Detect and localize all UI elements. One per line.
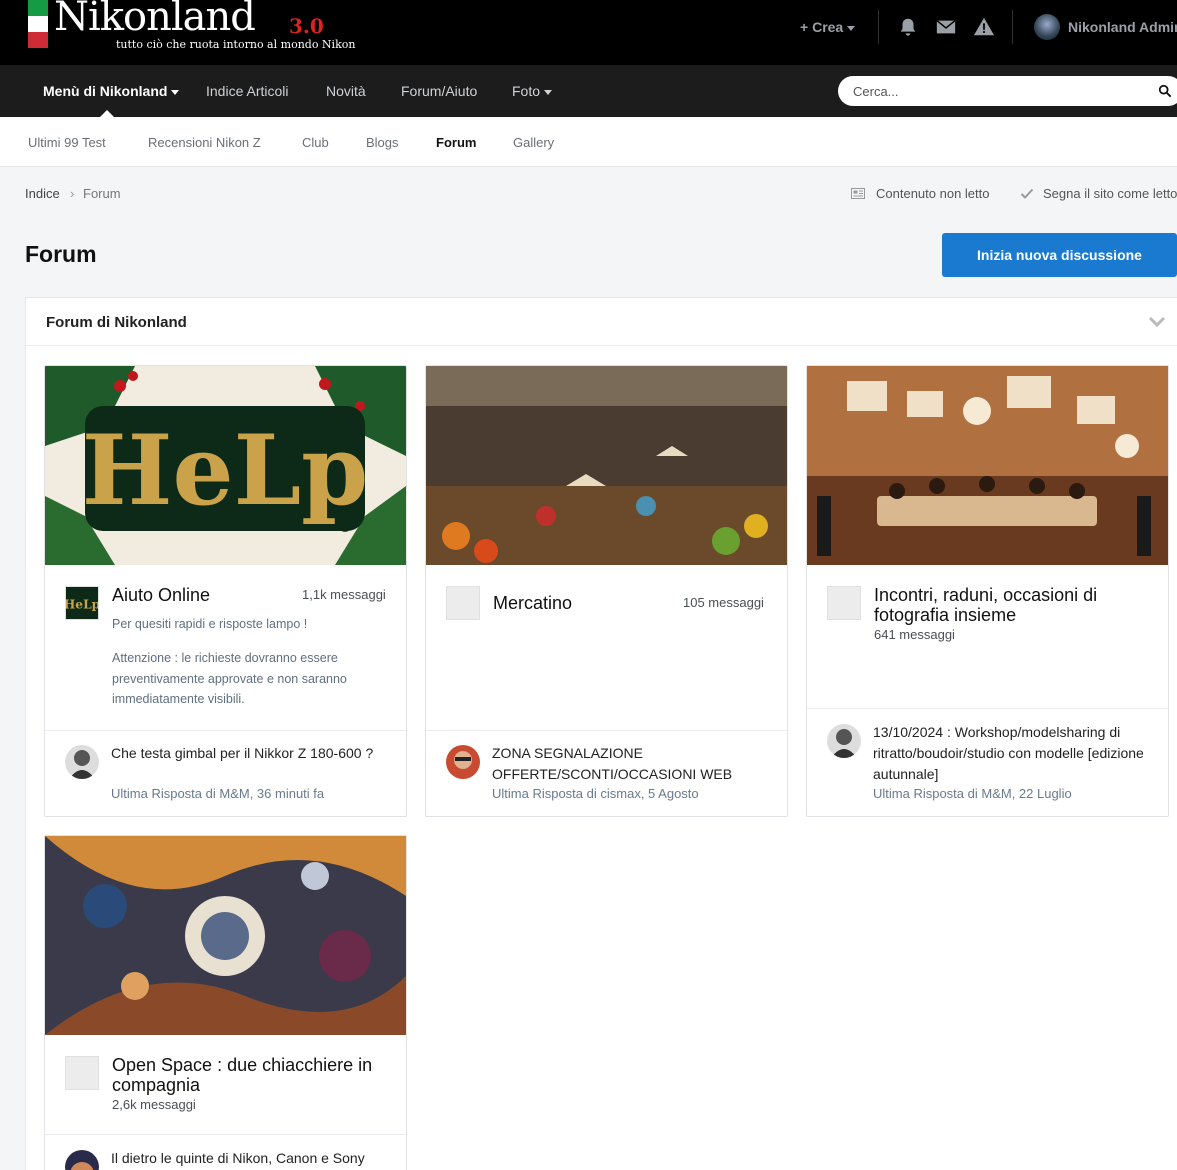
site-header: Nikonland 3.0 tutto ciò che ruota intorn…	[0, 0, 1177, 65]
forum-card-mercatino[interactable]: Mercatino 105 messaggi ZONA SEGNALAZIONE…	[425, 365, 788, 817]
nav-indice-articoli[interactable]: Indice Articoli	[206, 83, 288, 99]
divider	[45, 730, 406, 731]
forum-description-note: Attenzione : le richieste dovranno esser…	[112, 651, 347, 706]
new-topic-button[interactable]: Inizia nuova discussione	[942, 233, 1177, 277]
subnav-ultimi-test[interactable]: Ultimi 99 Test	[28, 135, 106, 150]
forum-icon	[65, 1056, 99, 1090]
breadcrumb-forum: Forum	[83, 186, 121, 201]
sub-nav: Ultimi 99 Test Recensioni Nikon Z Club B…	[0, 117, 1177, 167]
active-nav-pointer	[100, 110, 114, 117]
newspaper-icon	[851, 188, 865, 199]
forum-card-open-space[interactable]: Open Space : due chiacchiere in compagni…	[44, 835, 407, 1170]
plus-icon: +	[800, 19, 809, 35]
svg-text:HeLp: HeLp	[65, 598, 99, 612]
forum-icon	[827, 586, 861, 620]
check-icon	[1020, 188, 1034, 199]
section-header: Forum di Nikonland	[26, 298, 1177, 346]
last-post-meta: Ultima Risposta di M&M, 22 Luglio	[873, 786, 1072, 801]
last-post-title[interactable]: Che testa gimbal per il Nikkor Z 180-600…	[111, 743, 396, 764]
nav-forum-aiuto[interactable]: Forum/Aiuto	[401, 83, 477, 99]
avatar[interactable]	[65, 745, 99, 779]
last-post-title[interactable]: 13/10/2024 : Workshop/modelsharing di ri…	[873, 722, 1153, 785]
search-input[interactable]	[838, 76, 1177, 106]
avatar[interactable]	[827, 724, 861, 758]
last-post-meta: Ultima Risposta di M&M, 36 minuti fa	[111, 786, 325, 801]
subnav-forum[interactable]: Forum	[436, 135, 476, 150]
envelope-icon[interactable]	[935, 16, 957, 38]
mark-site-read-link[interactable]: Segna il sito come letto	[1043, 186, 1177, 201]
italian-flag-icon	[28, 0, 48, 48]
site-logo[interactable]: Nikonland	[54, 0, 256, 40]
divider	[878, 10, 879, 44]
page-title: Forum	[25, 241, 97, 267]
forum-icon	[446, 586, 480, 620]
avatar[interactable]	[65, 1150, 99, 1170]
divider	[426, 730, 787, 731]
warning-icon[interactable]	[973, 16, 995, 38]
section-title: Forum di Nikonland	[46, 314, 187, 331]
user-avatar[interactable]	[1034, 14, 1060, 40]
subnav-blogs[interactable]: Blogs	[366, 135, 399, 150]
search-icon[interactable]	[1158, 84, 1172, 98]
logo-tagline: tutto ciò che ruota intorno al mondo Nik…	[116, 38, 356, 51]
forum-banner-image[interactable]	[426, 366, 787, 565]
forum-title[interactable]: Open Space : due chiacchiere in compagni…	[112, 1055, 392, 1095]
nav-foto[interactable]: Foto	[512, 83, 553, 99]
svg-text:HeLp: HeLp	[82, 414, 368, 527]
forum-banner-image[interactable]	[45, 836, 406, 1035]
user-menu[interactable]: Nikonland Admin	[1068, 19, 1177, 35]
nav-menu-nikonland[interactable]: Menù di Nikonland	[43, 83, 180, 99]
divider	[1012, 10, 1013, 44]
avatar[interactable]	[446, 745, 480, 779]
forum-banner-image[interactable]	[807, 366, 1168, 565]
post-count: 641 messaggi	[874, 627, 955, 642]
last-post-title[interactable]: Il dietro le quinte di Nikon, Canon e So…	[111, 1148, 396, 1169]
last-post-meta: Ultima Risposta di cismax, 5 Agosto	[492, 786, 699, 801]
post-count: 2,6k messaggi	[112, 1097, 196, 1112]
post-count: 1,1k messaggi	[302, 587, 386, 602]
forum-banner-image[interactable]: HeLp	[45, 366, 406, 565]
divider	[45, 1134, 406, 1135]
post-count: 105 messaggi	[683, 595, 764, 610]
logo-version: 3.0	[289, 14, 324, 38]
caret-down-icon	[171, 89, 180, 95]
breadcrumb-indice[interactable]: Indice	[25, 186, 60, 201]
forum-card-incontri[interactable]: Incontri, raduni, occasioni di fotografi…	[806, 365, 1169, 817]
forum-icon: HeLp	[65, 586, 99, 620]
divider	[807, 708, 1168, 709]
forum-card-aiuto-online[interactable]: HeLp HeLp Aiuto Online 1,1k messaggi Per…	[44, 365, 407, 817]
forum-title[interactable]: Aiuto Online	[112, 585, 210, 605]
unread-content-link[interactable]: Contenuto non letto	[876, 186, 989, 201]
caret-down-icon	[847, 25, 856, 31]
forum-title[interactable]: Mercatino	[493, 593, 572, 613]
caret-down-icon	[544, 89, 553, 95]
subnav-recensioni[interactable]: Recensioni Nikon Z	[148, 135, 261, 150]
forum-description: Per quesiti rapidi e risposte lampo !	[112, 617, 308, 631]
bell-icon[interactable]	[897, 16, 919, 38]
create-button[interactable]: + Crea	[800, 19, 856, 35]
forum-title[interactable]: Incontri, raduni, occasioni di fotografi…	[874, 585, 1154, 625]
chevron-down-icon[interactable]	[1148, 316, 1166, 328]
nav-novita[interactable]: Novità	[326, 83, 366, 99]
subnav-gallery[interactable]: Gallery	[513, 135, 554, 150]
subnav-club[interactable]: Club	[302, 135, 329, 150]
last-post-title[interactable]: ZONA SEGNALAZIONE OFFERTE/SCONTI/OCCASIO…	[492, 743, 752, 785]
chevron-right-icon: ›	[70, 186, 75, 201]
